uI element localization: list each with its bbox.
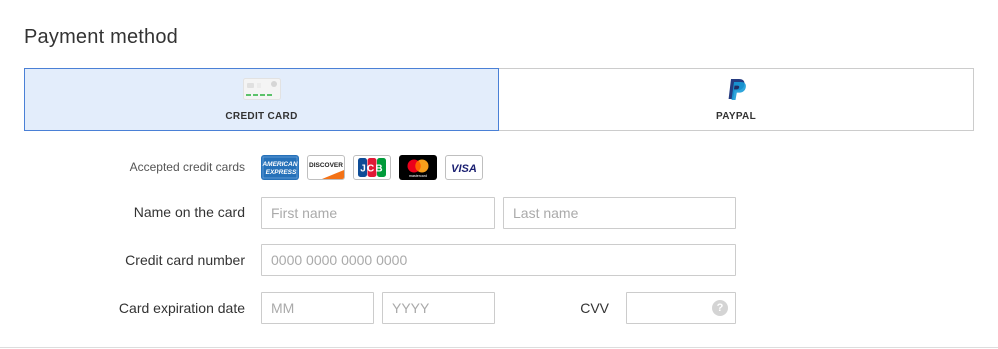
visa-logo-icon: VISA xyxy=(445,155,483,180)
jcb-logo-icon: JCB xyxy=(353,155,391,180)
accepted-cards-label: Accepted credit cards xyxy=(129,160,245,174)
last-name-input[interactable] xyxy=(503,197,736,229)
paypal-logo-icon xyxy=(725,78,747,107)
cvv-label: CVV xyxy=(580,300,609,316)
credit-card-icon xyxy=(242,78,281,105)
payment-method-tabs: CREDIT CARD PAYPAL xyxy=(24,68,974,131)
bottom-divider xyxy=(0,347,998,348)
expiration-year-input[interactable] xyxy=(382,292,495,324)
card-number-label: Credit card number xyxy=(125,252,245,268)
amex-logo-text-top: AMERICAN xyxy=(261,161,297,168)
tab-credit-card[interactable]: CREDIT CARD xyxy=(24,68,499,131)
first-name-input[interactable] xyxy=(261,197,495,229)
mastercard-logo-icon: mastercard xyxy=(399,155,437,180)
discover-logo-text: DISCOVER xyxy=(309,162,343,169)
name-on-card-label: Name on the card xyxy=(133,204,245,220)
mastercard-logo-text: mastercard xyxy=(409,174,427,178)
amex-logo-text-bottom: EXPRESS xyxy=(266,169,297,176)
tab-credit-card-label: CREDIT CARD xyxy=(225,111,298,122)
jcb-logo-text: JCB xyxy=(360,164,384,175)
visa-logo-text: VISA xyxy=(451,163,477,175)
section-title: Payment method xyxy=(24,26,178,48)
help-icon[interactable]: ? xyxy=(712,300,728,316)
tab-paypal-label: PAYPAL xyxy=(716,111,756,122)
expiration-date-label: Card expiration date xyxy=(118,300,245,316)
card-number-input[interactable] xyxy=(261,244,736,276)
amex-logo-icon: AMERICAN EXPRESS xyxy=(261,155,299,180)
tab-paypal[interactable]: PAYPAL xyxy=(499,68,974,131)
discover-logo-icon: DISCOVER xyxy=(307,155,345,180)
expiration-month-input[interactable] xyxy=(261,292,374,324)
